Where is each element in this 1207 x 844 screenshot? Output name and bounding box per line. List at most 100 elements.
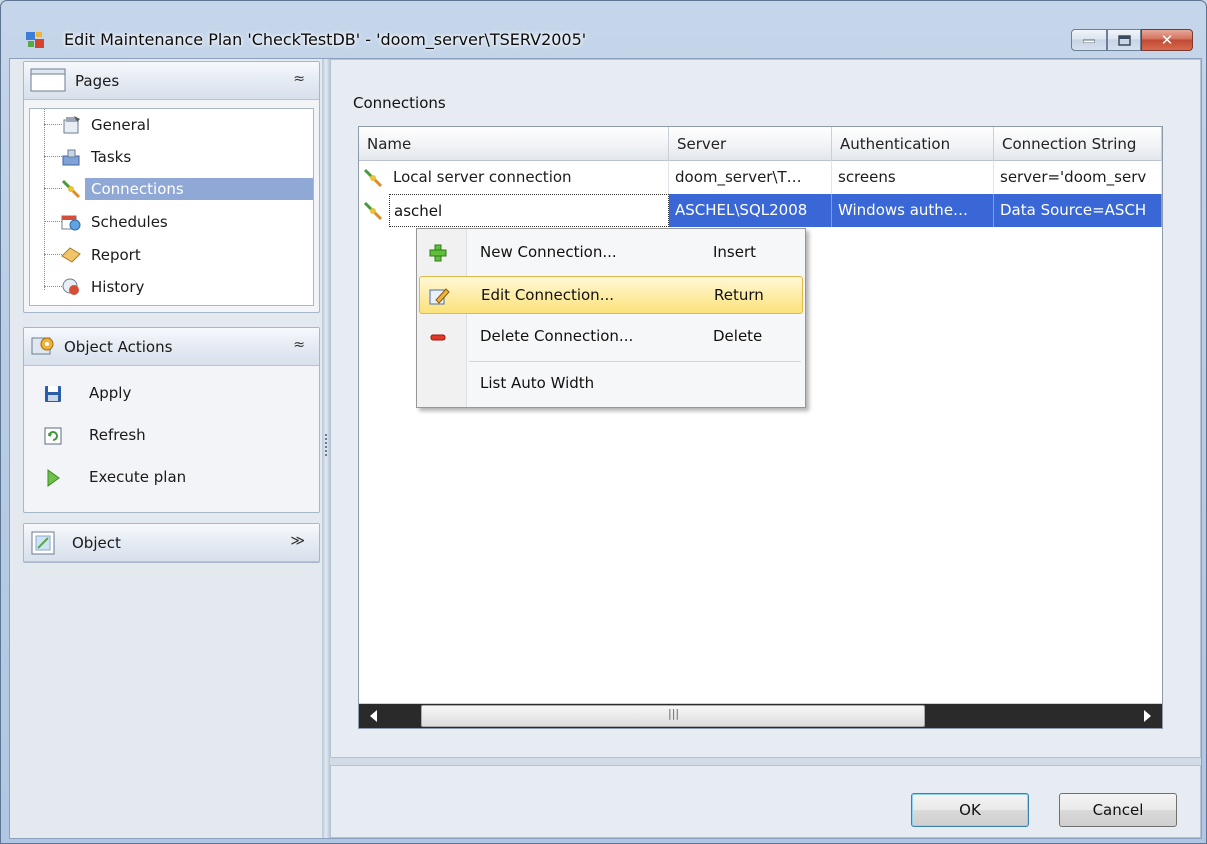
- minimize-icon: [1083, 39, 1095, 43]
- edit-icon: [429, 288, 450, 305]
- cancel-button[interactable]: Cancel: [1059, 793, 1177, 827]
- menu-item-shortcut: Delete: [713, 327, 763, 345]
- connections-grid: Name Server Authentication Connection St…: [358, 126, 1163, 729]
- close-button[interactable]: ✕: [1141, 29, 1193, 51]
- connection-plug-icon: [363, 168, 383, 188]
- menu-separator: [469, 361, 801, 362]
- window-title: Edit Maintenance Plan 'CheckTestDB' - 'd…: [64, 30, 587, 49]
- menu-item-label: New Connection...: [480, 243, 617, 261]
- object-group-title: Object: [72, 534, 121, 552]
- row-name-editor[interactable]: aschel: [389, 194, 669, 227]
- cell-connection-string: Data Source=ASCH: [994, 194, 1162, 227]
- object-icon: [31, 531, 55, 555]
- apply-label: Apply: [89, 384, 132, 402]
- arrow-left-icon: [370, 710, 377, 722]
- menu-item-new-connection[interactable]: New Connection... Insert: [419, 234, 803, 272]
- tasks-icon: [62, 149, 80, 166]
- tree-item-label: Tasks: [91, 148, 132, 166]
- left-sidebar: Pages ≈ General Tasks Connections Schedu…: [10, 59, 322, 838]
- scroll-thumb[interactable]: |||: [421, 705, 925, 727]
- scroll-right-button[interactable]: [1132, 704, 1162, 728]
- row-name: Local server connection: [393, 168, 572, 186]
- menu-item-edit-connection[interactable]: Edit Connection... Return: [419, 276, 803, 314]
- cell-authentication: screens: [832, 161, 994, 194]
- pages-tree: General Tasks Connections Schedules Repo…: [29, 108, 314, 306]
- tree-item-schedules[interactable]: Schedules: [30, 206, 313, 238]
- object-group-header[interactable]: Object ≫: [24, 524, 319, 562]
- scroll-track[interactable]: |||: [389, 704, 1132, 728]
- refresh-label: Refresh: [89, 426, 146, 444]
- dialog-client-area: Pages ≈ General Tasks Connections Schedu…: [9, 58, 1202, 839]
- delete-icon: [430, 334, 446, 341]
- object-actions-title: Object Actions: [64, 338, 173, 356]
- refresh-icon: [44, 427, 62, 445]
- maximize-button[interactable]: [1107, 29, 1141, 51]
- add-icon: [429, 244, 447, 262]
- cell-connection-string: server='doom_serv: [994, 161, 1162, 194]
- ok-button[interactable]: OK: [911, 793, 1029, 827]
- grid-header: Name Server Authentication Connection St…: [359, 127, 1162, 161]
- column-header-name[interactable]: Name: [359, 127, 669, 161]
- connection-plug-icon: [61, 179, 81, 199]
- arrow-right-icon: [1144, 710, 1151, 722]
- cell-server: doom_server\T…: [669, 161, 832, 194]
- menu-item-shortcut: Return: [714, 286, 764, 304]
- tree-item-label: Schedules: [91, 213, 168, 231]
- scroll-left-button[interactable]: [359, 704, 389, 728]
- column-header-server[interactable]: Server: [669, 127, 832, 161]
- scroll-grip-icon: |||: [668, 707, 680, 720]
- general-icon: [63, 116, 80, 134]
- menu-item-list-auto-width[interactable]: List Auto Width: [419, 365, 803, 403]
- tree-item-label: History: [91, 278, 145, 296]
- minimize-button[interactable]: [1071, 29, 1107, 51]
- connection-plug-icon: [363, 201, 383, 221]
- cell-server: ASCHEL\SQL2008: [669, 194, 832, 227]
- play-icon: [47, 469, 60, 487]
- pages-group-header[interactable]: Pages ≈: [24, 62, 319, 100]
- object-actions-list: Apply Refresh Execute plan: [24, 374, 319, 500]
- column-header-authentication[interactable]: Authentication: [832, 127, 994, 161]
- refresh-action[interactable]: Refresh: [24, 416, 319, 458]
- window-controls: ✕: [1071, 29, 1193, 51]
- collapse-icon[interactable]: ≈: [293, 337, 305, 353]
- execute-plan-action[interactable]: Execute plan: [24, 458, 319, 500]
- table-row[interactable]: aschel ASCHEL\SQL2008 Windows authe… Dat…: [359, 194, 1162, 227]
- column-header-connection-string[interactable]: Connection String: [994, 127, 1162, 161]
- pages-group: Pages ≈ General Tasks Connections Schedu…: [23, 61, 320, 313]
- gears-icon: [31, 337, 54, 355]
- splitter-grip[interactable]: [325, 434, 327, 458]
- tree-item-history[interactable]: History: [30, 271, 313, 303]
- tree-item-label: General: [91, 116, 151, 134]
- cell-authentication: Windows authe…: [832, 194, 994, 227]
- splitter[interactable]: [322, 59, 330, 838]
- cell-name: Local server connection: [359, 161, 669, 194]
- tree-item-tasks[interactable]: Tasks: [30, 141, 313, 173]
- connections-panel: Connections Name Server Authentication C…: [330, 59, 1201, 758]
- save-icon: [45, 386, 61, 402]
- connection-context-menu: New Connection... Insert Edit Connection…: [416, 228, 806, 408]
- menu-item-label: Edit Connection...: [481, 286, 614, 304]
- menu-item-delete-connection[interactable]: Delete Connection... Delete: [419, 318, 803, 356]
- collapse-icon[interactable]: ≈: [293, 71, 305, 87]
- menu-item-label: Delete Connection...: [480, 327, 634, 345]
- dialog-button-bar: OK Cancel: [330, 765, 1201, 838]
- tree-item-general[interactable]: General: [30, 109, 313, 141]
- cell-icon: [359, 194, 389, 227]
- tree-item-label: Report: [91, 246, 141, 264]
- tree-item-label: Connections: [85, 178, 313, 200]
- title-bar[interactable]: Edit Maintenance Plan 'CheckTestDB' - 'd…: [1, 1, 1206, 51]
- horizontal-scrollbar[interactable]: |||: [359, 703, 1162, 728]
- maintenance-plan-window: Edit Maintenance Plan 'CheckTestDB' - 'd…: [0, 0, 1207, 844]
- menu-item-label: List Auto Width: [480, 374, 595, 392]
- maximize-icon: [1117, 34, 1131, 46]
- pages-group-title: Pages: [75, 72, 120, 90]
- table-row[interactable]: Local server connection doom_server\T… s…: [359, 161, 1162, 194]
- app-icon: [26, 32, 44, 48]
- expand-icon[interactable]: ≫: [290, 533, 305, 549]
- tree-item-connections[interactable]: Connections: [30, 173, 313, 205]
- tree-item-report[interactable]: Report: [30, 239, 313, 271]
- schedules-icon: [61, 215, 81, 231]
- close-icon: ✕: [1160, 31, 1174, 49]
- apply-action[interactable]: Apply: [24, 374, 319, 416]
- object-actions-header[interactable]: Object Actions ≈: [24, 328, 319, 366]
